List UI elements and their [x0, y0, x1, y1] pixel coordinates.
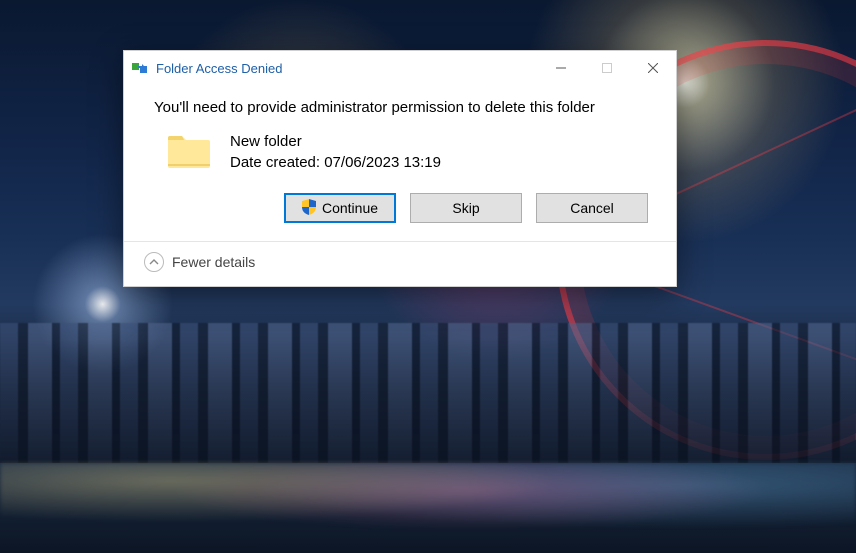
transfer-icon: [132, 61, 150, 75]
skip-button-label: Skip: [452, 200, 479, 216]
button-row: Continue Skip Cancel: [154, 193, 652, 223]
maximize-button[interactable]: [584, 51, 630, 85]
close-button[interactable]: [630, 51, 676, 85]
shield-icon: [302, 199, 316, 218]
minimize-button[interactable]: [538, 51, 584, 85]
item-date-created: Date created: 07/06/2023 13:19: [230, 153, 441, 173]
folder-icon: [166, 130, 212, 175]
background-decoration: [0, 323, 856, 483]
cancel-button-label: Cancel: [570, 200, 614, 216]
folder-access-dialog: Folder Access Denied You'll need to prov…: [123, 50, 677, 287]
item-meta: New folder Date created: 07/06/2023 13:1…: [230, 132, 441, 173]
cancel-button[interactable]: Cancel: [536, 193, 648, 223]
background-decoration: [0, 463, 856, 553]
continue-button[interactable]: Continue: [284, 193, 396, 223]
permission-message: You'll need to provide administrator per…: [154, 99, 652, 116]
dialog-body: You'll need to provide administrator per…: [124, 85, 676, 241]
details-toggle[interactable]: Fewer details: [124, 241, 676, 286]
skip-button[interactable]: Skip: [410, 193, 522, 223]
details-toggle-label: Fewer details: [172, 254, 255, 270]
continue-button-label: Continue: [322, 200, 378, 216]
item-row: New folder Date created: 07/06/2023 13:1…: [154, 130, 652, 175]
chevron-up-icon: [144, 252, 164, 272]
desktop-background: Folder Access Denied You'll need to prov…: [0, 0, 856, 553]
titlebar[interactable]: Folder Access Denied: [124, 51, 676, 85]
dialog-title: Folder Access Denied: [156, 61, 538, 76]
item-name: New folder: [230, 132, 441, 152]
window-controls: [538, 51, 676, 85]
